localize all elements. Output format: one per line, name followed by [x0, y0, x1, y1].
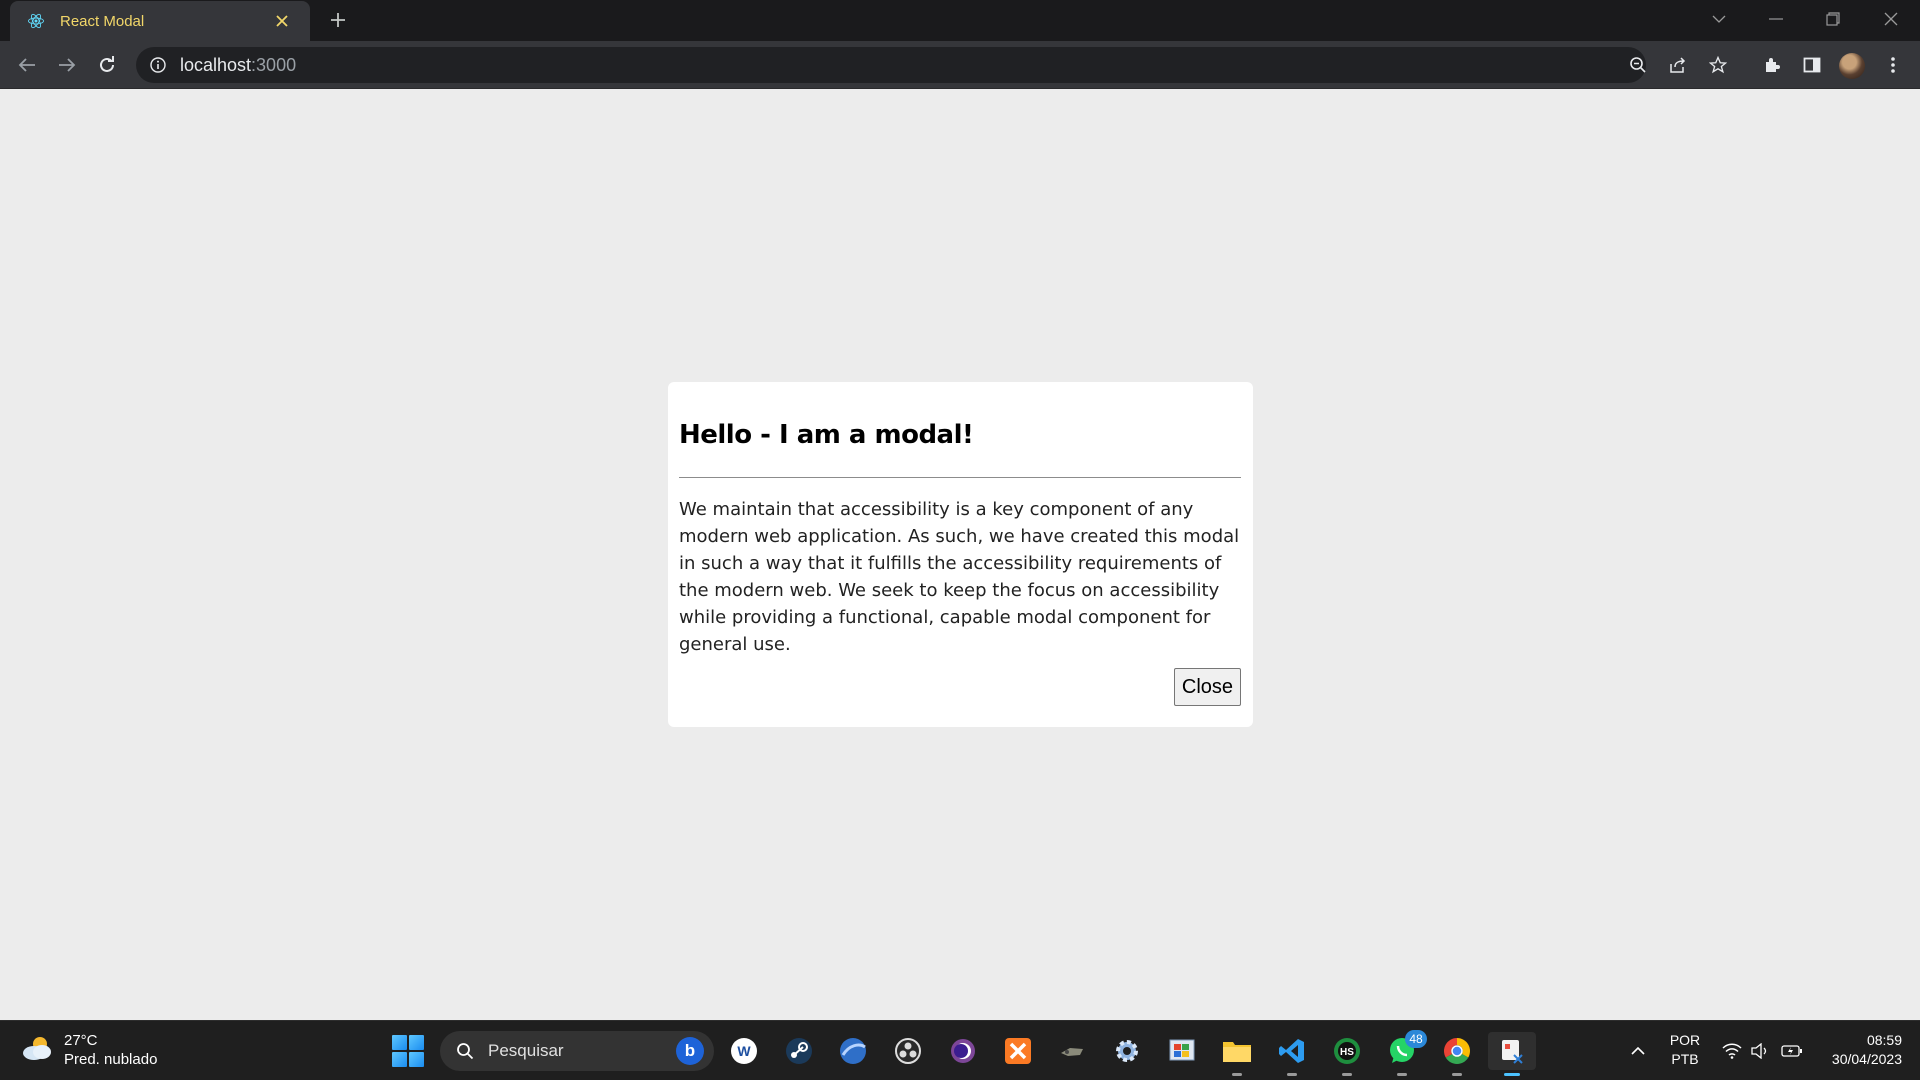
search-icon	[454, 1040, 476, 1062]
obs-icon[interactable]	[889, 1032, 927, 1070]
whatsapp-icon[interactable]: 48	[1383, 1030, 1427, 1076]
forward-icon[interactable]	[51, 49, 83, 81]
restore-icon[interactable]	[1815, 4, 1851, 34]
url-host: localhost	[180, 54, 252, 75]
profile-avatar[interactable]	[1839, 53, 1865, 79]
settings-gear-icon[interactable]	[1108, 1032, 1146, 1070]
running-indicator	[1342, 1073, 1352, 1076]
modal-dialog: Hello - I am a modal! We maintain that a…	[668, 382, 1253, 727]
weather-widget[interactable]: 27°C Pred. nublado	[20, 1031, 157, 1069]
tab-react-modal[interactable]: React Modal	[10, 1, 310, 41]
search-placeholder: Pesquisar	[488, 1041, 564, 1060]
taskbar-search[interactable]: Pesquisar b	[440, 1031, 714, 1071]
weather-desc: Pred. nublado	[64, 1051, 158, 1068]
svg-text:W: W	[737, 1043, 751, 1059]
active-indicator	[1504, 1073, 1520, 1076]
url-text: localhost:3000	[180, 55, 296, 76]
svg-text:HS: HS	[1340, 1047, 1354, 1058]
taskbar: 27°C Pred. nublado Pesquisar b W HS 48 P…	[0, 1020, 1920, 1080]
close-button[interactable]: Close	[1174, 668, 1241, 706]
menu-icon[interactable]	[1879, 51, 1907, 79]
clock[interactable]: 08:59 30/04/2023	[1822, 1031, 1902, 1069]
sidepanel-icon[interactable]	[1798, 51, 1826, 79]
clock-time: 08:59	[1866, 1032, 1902, 1048]
browser-tab-bar: React Modal	[0, 0, 1920, 41]
modal-title: Hello - I am a modal!	[679, 420, 974, 450]
tab-title: React Modal	[60, 12, 145, 30]
chevron-up-icon[interactable]	[1626, 1039, 1650, 1063]
browser-globe-icon[interactable]	[834, 1032, 872, 1070]
share-icon[interactable]	[1666, 53, 1690, 77]
word-app-icon[interactable]: W	[725, 1032, 763, 1070]
vscode-icon[interactable]	[1273, 1032, 1311, 1076]
xampp-icon[interactable]	[999, 1032, 1037, 1070]
info-icon[interactable]	[148, 55, 168, 75]
address-bar[interactable]: localhost:3000	[136, 47, 1727, 83]
zoom-icon[interactable]	[1626, 53, 1650, 77]
control-panel-icon[interactable]	[1163, 1032, 1201, 1070]
wifi-icon[interactable]	[1720, 1039, 1744, 1063]
steam-icon[interactable]	[780, 1032, 818, 1070]
running-indicator	[1397, 1073, 1407, 1076]
language-indicator[interactable]: POR PTB	[1669, 1031, 1701, 1069]
running-indicator	[1452, 1073, 1462, 1076]
language-code: POR	[1669, 1032, 1701, 1048]
modal-divider	[679, 477, 1241, 478]
reload-icon[interactable]	[91, 49, 123, 81]
close-icon[interactable]	[268, 7, 296, 35]
browser-toolbar: localhost:3000	[0, 41, 1920, 89]
window-close-icon[interactable]	[1873, 4, 1909, 34]
snipping-tool-icon[interactable]	[1488, 1032, 1536, 1076]
clock-date: 30/04/2023	[1831, 1051, 1902, 1067]
keyboard-layout: PTB	[1671, 1051, 1699, 1067]
page-viewport: Hello - I am a modal! We maintain that a…	[0, 89, 1920, 1020]
minimize-icon[interactable]	[1758, 4, 1794, 34]
tor-browser-icon[interactable]	[944, 1032, 982, 1070]
url-port: :3000	[251, 54, 297, 75]
modal-body-text: We maintain that accessibility is a key …	[679, 499, 1240, 655]
bing-icon[interactable]: b	[676, 1037, 704, 1065]
hs-app-icon[interactable]: HS	[1328, 1032, 1366, 1076]
notification-badge: 48	[1405, 1030, 1427, 1048]
volume-icon[interactable]	[1748, 1039, 1772, 1063]
game-app-icon[interactable]	[1053, 1032, 1091, 1070]
file-explorer-icon[interactable]	[1218, 1032, 1256, 1076]
plus-icon[interactable]	[324, 6, 352, 34]
battery-icon[interactable]	[1780, 1039, 1804, 1063]
cloud-sun-icon	[20, 1034, 54, 1067]
running-indicator	[1287, 1073, 1297, 1076]
back-icon[interactable]	[11, 49, 43, 81]
extensions-icon[interactable]	[1758, 51, 1786, 79]
chrome-icon[interactable]	[1438, 1032, 1476, 1076]
windows-start-icon[interactable]	[392, 1035, 424, 1067]
chevron-down-icon[interactable]	[1701, 4, 1737, 34]
weather-temp: 27°C	[64, 1032, 98, 1049]
star-icon[interactable]	[1706, 53, 1730, 77]
react-icon	[26, 11, 46, 31]
running-indicator	[1232, 1073, 1242, 1076]
